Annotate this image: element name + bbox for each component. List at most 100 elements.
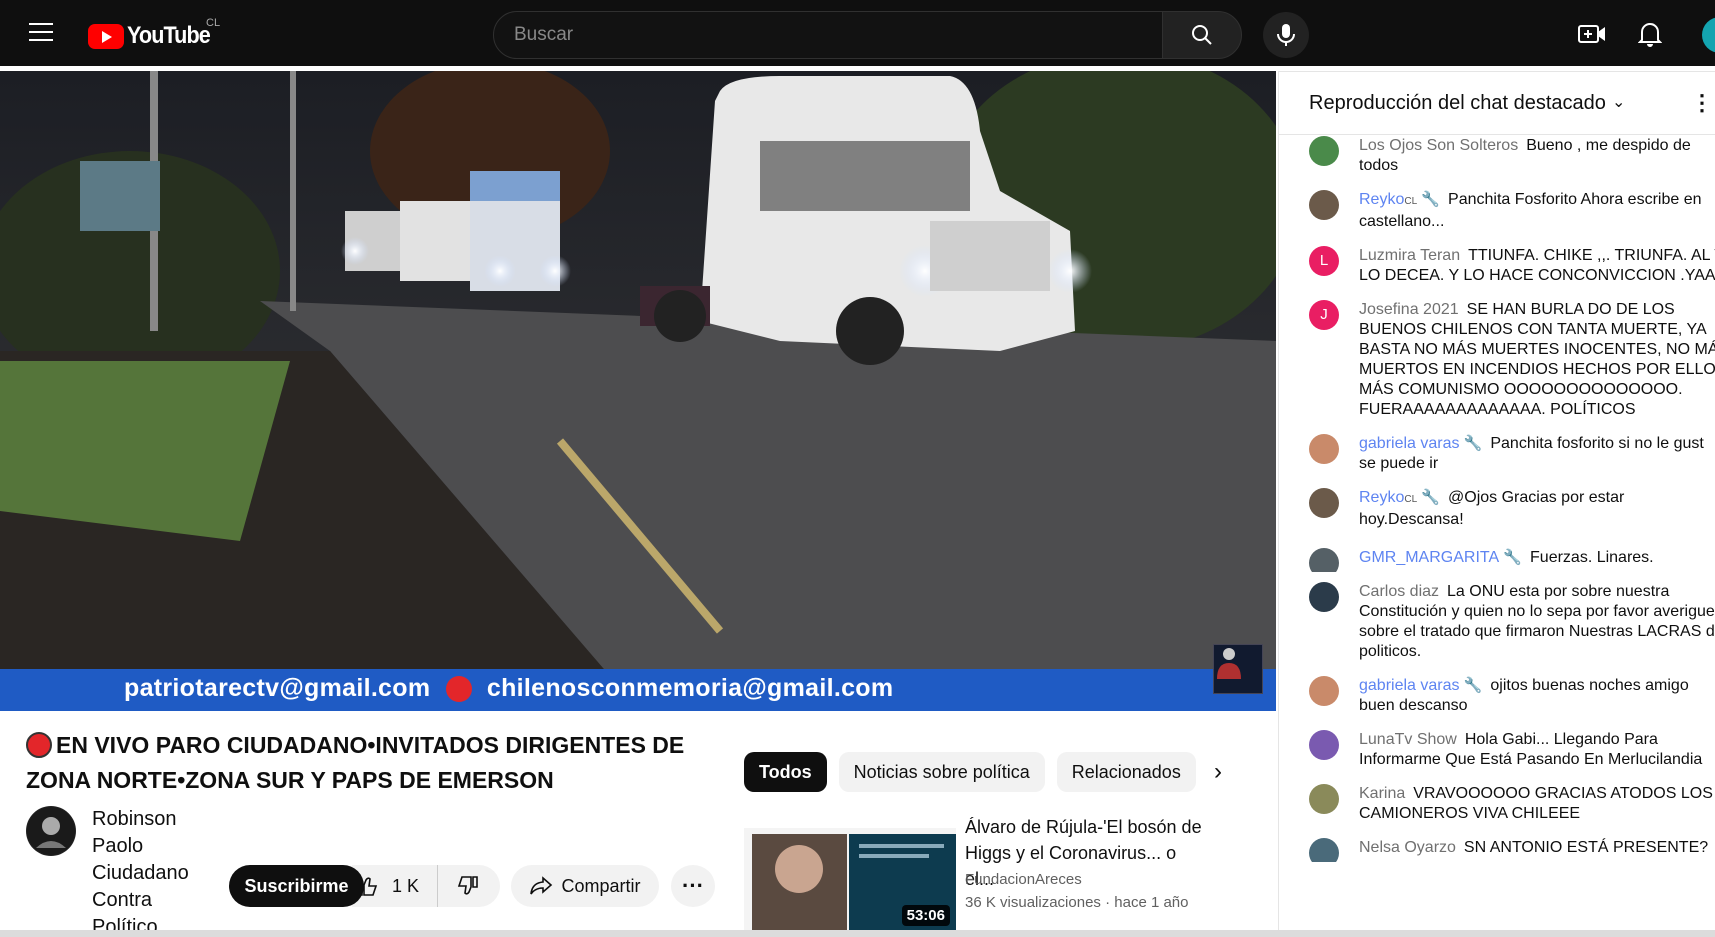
- youtube-logo[interactable]: YouTube CL: [88, 17, 220, 50]
- play-icon: [88, 23, 124, 49]
- chat-author[interactable]: Carlos diaz: [1359, 583, 1439, 600]
- more-vertical-icon[interactable]: ⋮: [1691, 90, 1713, 116]
- chip-politics-news[interactable]: Noticias sobre política: [838, 752, 1045, 792]
- chat-message: Karina VRAVOOOOOO GRACIAS ATODOS LOS CAMIO…: [1279, 774, 1715, 828]
- recommendation-thumbnail[interactable]: 53:06: [744, 814, 956, 934]
- top-bar: YouTube CL: [0, 0, 1715, 66]
- chat-author[interactable]: LunaTv Show: [1359, 731, 1457, 748]
- country-badge: CL: [1404, 196, 1418, 207]
- chat-message: LunaTv Show Hola Gabi... Llegando Para Inf…: [1279, 720, 1715, 774]
- chat-text: La ONU esta por sobre nuestra: [1447, 583, 1670, 600]
- moderator-wrench-icon: 🔧: [1417, 191, 1441, 208]
- channel-name[interactable]: Robinson Paolo Ciudadano Contra Político: [92, 806, 212, 930]
- share-label: Compartir: [561, 875, 641, 896]
- voice-search-button[interactable]: [1263, 12, 1309, 58]
- chat-author[interactable]: Los Ojos Son Solteros: [1359, 137, 1518, 154]
- chat-avatar[interactable]: [1309, 136, 1339, 166]
- chat-text: Hola Gabi... Llegando Para: [1464, 731, 1658, 748]
- chip-related[interactable]: Relacionados: [1056, 752, 1196, 792]
- banner-email-2: chilenosconmemoria@gmail.com: [486, 674, 894, 702]
- search-button[interactable]: [1162, 11, 1242, 59]
- chat-avatar[interactable]: [1309, 730, 1339, 760]
- chat-avatar[interactable]: J: [1309, 300, 1339, 330]
- person-icon: [1217, 648, 1241, 679]
- chat-text-line: BUENOS CHILENOS CON TANTA MUERTE, YA: [1359, 321, 1707, 338]
- filter-chips: Todos Noticias sobre política Relacionad…: [744, 752, 1196, 792]
- chat-author[interactable]: ReykoCL 🔧: [1359, 191, 1440, 208]
- brand-name: YouTube: [127, 22, 211, 49]
- recommendation-channel[interactable]: FundacionAreces: [965, 871, 1082, 888]
- chat-text-line: Informarme Que Está Pasando En Merlucila…: [1359, 751, 1703, 768]
- chat-avatar[interactable]: [1309, 784, 1339, 814]
- share-icon: [530, 876, 553, 895]
- chat-avatar[interactable]: [1309, 676, 1339, 706]
- chat-text: SE HAN BURLA DO DE LOS: [1466, 301, 1675, 318]
- menu-icon[interactable]: [29, 23, 53, 41]
- like-count: 1 K: [392, 875, 420, 896]
- recommendation-meta: 36 K visualizaciones · hace 1 año: [965, 894, 1189, 911]
- chat-mode-dropdown[interactable]: Reproducción del chat destacado: [1309, 92, 1606, 115]
- chat-text-line: CAMIONEROS VIVA CHILEEE: [1359, 805, 1581, 822]
- channel-watermark[interactable]: [1213, 644, 1263, 694]
- like-dislike-bar: 1 K: [352, 865, 500, 907]
- email-banner: patriotarectv@gmail.com chilenosconmemor…: [0, 669, 1276, 711]
- chat-avatar[interactable]: [1309, 548, 1339, 572]
- video-title-text: EN VIVO PARO CIUDADANO•INVITADOS DIRIGEN…: [26, 732, 685, 793]
- share-button[interactable]: Compartir: [511, 865, 659, 907]
- chat-message: ReykoCL 🔧 @Ojos Gracias por estar hoy.Desc…: [1279, 478, 1715, 534]
- account-avatar[interactable]: [1702, 17, 1715, 53]
- bell-icon: [1638, 23, 1662, 47]
- chip-all[interactable]: Todos: [744, 752, 827, 792]
- chat-avatar[interactable]: [1309, 488, 1339, 518]
- chat-text-line: sobre el tratado que firmaron Nuestras L…: [1359, 623, 1715, 640]
- chat-avatar[interactable]: [1309, 434, 1339, 464]
- chat-author[interactable]: Josefina 2021: [1359, 301, 1459, 318]
- moderator-wrench-icon: 🔧: [1499, 549, 1523, 566]
- chat-avatar[interactable]: L: [1309, 246, 1339, 276]
- chat-author[interactable]: gabriela varas 🔧: [1359, 435, 1482, 452]
- more-horizontal-icon: ···: [682, 873, 704, 898]
- chat-avatar[interactable]: [1309, 582, 1339, 612]
- chat-text: @Ojos Gracias por estar: [1448, 489, 1625, 506]
- thumbs-down-icon: [457, 876, 478, 895]
- chat-text-line: buen descanso: [1359, 697, 1468, 714]
- moderator-wrench-icon: 🔧: [1417, 489, 1441, 506]
- moderator-wrench-icon: 🔧: [1459, 435, 1483, 452]
- search-input[interactable]: [494, 12, 1162, 58]
- chat-messages: Los Ojos Son Solteros Bueno , me despido …: [1279, 136, 1715, 862]
- chat-text-line: politicos.: [1359, 643, 1422, 660]
- chat-author[interactable]: Nelsa Oyarzo: [1359, 839, 1456, 856]
- upload-age: hace 1 año: [1114, 894, 1189, 911]
- chat-message: J Josefina 2021 SE HAN BURLA DO DE LOS BUEN…: [1279, 290, 1715, 424]
- dislike-button[interactable]: [438, 875, 498, 897]
- more-actions-button[interactable]: ···: [671, 865, 715, 907]
- chat-text-line: castellano...: [1359, 213, 1445, 230]
- notifications-button[interactable]: [1636, 20, 1664, 48]
- chevron-down-icon[interactable]: ⌄: [1612, 92, 1625, 112]
- red-dot-icon: [445, 676, 472, 703]
- like-button[interactable]: 1 K: [352, 865, 438, 907]
- chat-author[interactable]: GMR_MARGARITA 🔧: [1359, 549, 1522, 566]
- subscribe-button[interactable]: Suscribirme: [229, 865, 364, 907]
- chat-message: gabriela varas 🔧 ojitos buenas noches ami…: [1279, 666, 1715, 720]
- channel-logo-icon: [27, 807, 75, 855]
- search-box: [493, 11, 1163, 59]
- chat-avatar[interactable]: [1309, 838, 1339, 862]
- create-video-icon: [1578, 25, 1605, 43]
- channel-avatar[interactable]: [26, 806, 76, 856]
- create-button[interactable]: [1578, 20, 1606, 48]
- chat-text-line: hoy.Descansa!: [1359, 511, 1464, 528]
- chat-author[interactable]: Luzmira Teran: [1359, 247, 1460, 264]
- chat-author[interactable]: gabriela varas 🔧: [1359, 677, 1482, 694]
- chat-author[interactable]: Karina: [1359, 785, 1405, 802]
- chat-text: Panchita fosforito si no le gust: [1490, 435, 1704, 452]
- chevron-right-icon[interactable]: ›: [1200, 754, 1236, 790]
- video-player[interactable]: patriotarectv@gmail.com chilenosconmemor…: [0, 71, 1276, 711]
- chat-author[interactable]: ReykoCL 🔧: [1359, 489, 1440, 506]
- chat-text-line: Constitución y quien no lo sepa por favo…: [1359, 603, 1715, 620]
- scrollbar-track[interactable]: [0, 930, 1715, 937]
- chat-avatar[interactable]: [1309, 190, 1339, 220]
- live-chat-panel: Reproducción del chat destacado ⌄ ⋮ Los …: [1278, 71, 1715, 931]
- video-title: EN VIVO PARO CIUDADANO•INVITADOS DIRIGEN…: [26, 728, 716, 798]
- chat-text-line: LO DECEA. Y LO HACE CONCONVICCION .YAAAA: [1359, 267, 1715, 284]
